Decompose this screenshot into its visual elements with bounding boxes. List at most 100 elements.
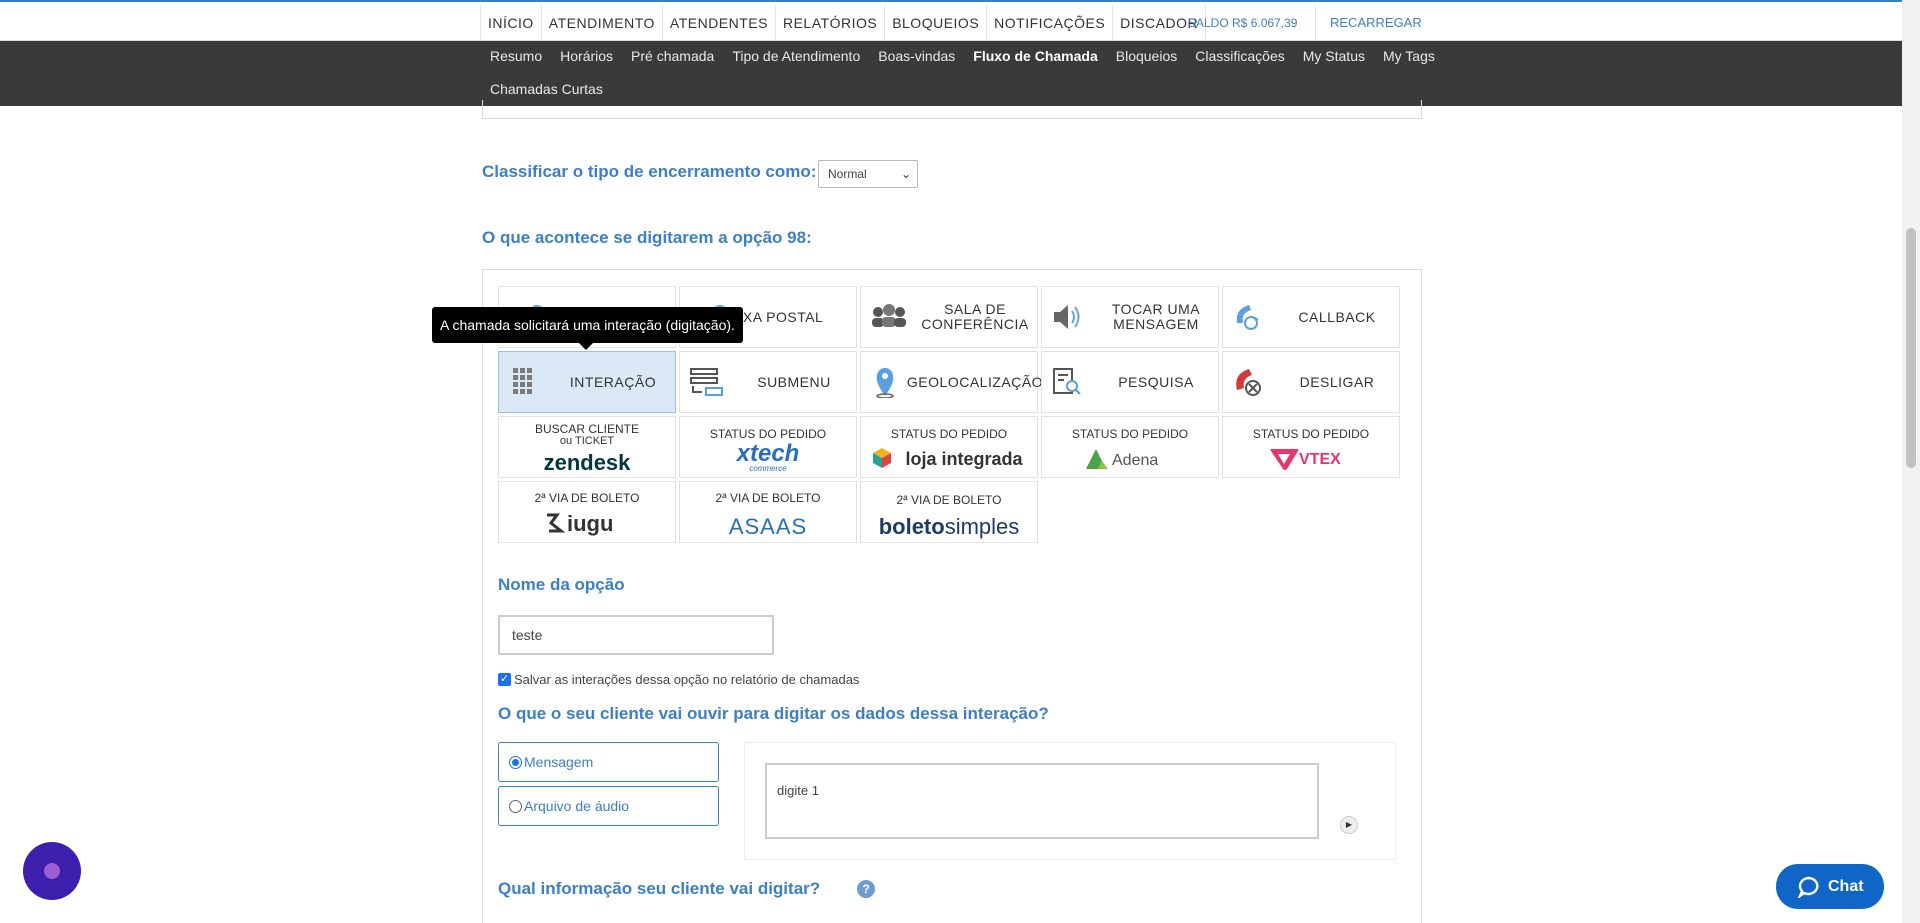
tile-tocar-label: TOCAR UMA MENSAGEM [1112, 302, 1200, 332]
tile-loja-label: STATUS DO PEDIDO [890, 427, 1008, 441]
tile-desligar[interactable]: DESLIGAR [1222, 351, 1400, 413]
hangup-icon [1236, 369, 1261, 396]
checkbox-checked-icon [498, 672, 511, 686]
top-bar: INÍCIO ATENDIMENTO ATENDENTES RELATÓRIOS… [0, 0, 1920, 42]
nav-atendimento[interactable]: ATENDIMENTO [542, 4, 663, 42]
digitar-heading: Qual informação seu cliente vai digitar? [498, 879, 821, 898]
chat-button-label: Chat [1828, 878, 1864, 895]
classify-select[interactable]: Normal ⌄ [818, 160, 918, 188]
subnav-resumo[interactable]: Resumo [481, 41, 551, 74]
subnav-fluxo-chamada[interactable]: Fluxo de Chamada [964, 41, 1106, 74]
tile-adena-label: STATUS DO PEDIDO [1071, 427, 1189, 441]
radio-mensagem-label: Mensagem [524, 754, 594, 770]
radio-arquivo-audio[interactable]: Arquivo de áudio [498, 786, 719, 826]
loja-integrada-logo: loja integrada [905, 449, 1023, 469]
tile-pesquisa-label: PESQUISA [1118, 373, 1194, 390]
subnav-my-status[interactable]: My Status [1294, 41, 1374, 74]
tile-interacao-label: INTERAÇÃO [569, 373, 657, 390]
tile-pesquisa[interactable]: PESQUISA [1041, 351, 1219, 413]
interacao-tooltip: A chamada solicitará uma interação (digi… [432, 307, 743, 350]
option-name-label: Nome da opção [498, 575, 625, 594]
iugu-icon [547, 513, 565, 533]
vtex-logo: VTEX [1299, 451, 1341, 468]
tile-vtex[interactable]: STATUS DO PEDIDO VTEX [1222, 416, 1400, 478]
tile-sala-conferencia[interactable]: SALA DE CONFERÊNCIA [860, 286, 1038, 348]
adena-logo: Adena [1112, 452, 1159, 469]
iugu-logo: iugu [567, 511, 614, 536]
tile-geo-label: GEOLOCALIZAÇÃO [906, 373, 1044, 390]
radio-audio-label: Arquivo de áudio [524, 798, 630, 814]
tile-zendesk-line2: ou TICKET [559, 435, 615, 447]
scrollbar-thumb[interactable] [1906, 228, 1916, 468]
option-name-input[interactable]: teste [498, 615, 774, 655]
tile-zendesk[interactable]: BUSCAR CLIENTE ou TICKET zendesk [498, 416, 676, 478]
callback-icon [1236, 305, 1259, 330]
vtex-icon [1270, 449, 1299, 470]
nav-bloqueios[interactable]: BLOQUEIOS [885, 4, 988, 42]
tile-iugu[interactable]: 2ª VIA DE BOLETO iugu [498, 481, 676, 543]
tile-vtex-label: STATUS DO PEDIDO [1252, 427, 1370, 441]
tile-interacao[interactable]: INTERAÇÃO [498, 351, 676, 413]
tile-asaas[interactable]: 2ª VIA DE BOLETO ASAAS [679, 481, 857, 543]
subnav-horarios[interactable]: Horários [551, 41, 622, 74]
help-icon[interactable]: ? [857, 880, 875, 898]
subnav-pre-chamada[interactable]: Pré chamada [622, 41, 723, 74]
ouvir-heading: O que o seu cliente vai ouvir para digit… [498, 704, 1049, 723]
bubble-dot-icon [44, 863, 60, 879]
tile-asaas-label: 2ª VIA DE BOLETO [715, 491, 821, 505]
subnav-tipo-atendimento[interactable]: Tipo de Atendimento [723, 41, 869, 74]
tile-adena[interactable]: STATUS DO PEDIDO Adena [1041, 416, 1219, 478]
tile-geolocalizacao[interactable]: GEOLOCALIZAÇÃO [860, 351, 1044, 413]
boletosimples-logo-light: simples [944, 514, 1020, 539]
radio-selected-icon [509, 755, 522, 769]
location-pin-icon [876, 368, 894, 398]
tile-sala-label: SALA DE CONFERÊNCIA [921, 302, 1028, 332]
nav-notificacoes[interactable]: NOTIFICAÇÕES [987, 4, 1114, 42]
subnav-bloqueios[interactable]: Bloqueios [1107, 41, 1187, 74]
recharge-link[interactable]: RECARREGAR [1330, 4, 1422, 42]
tile-submenu-label: SUBMENU [757, 373, 831, 390]
zendesk-logo: zendesk [543, 450, 631, 475]
previous-panel [482, 100, 1422, 119]
main-nav: INÍCIO ATENDIMENTO ATENDENTES RELATÓRIOS… [480, 4, 1207, 42]
play-icon[interactable]: ▶ [1340, 816, 1358, 834]
subnav-classificacoes[interactable]: Classificações [1186, 41, 1293, 74]
chat-button[interactable]: Chat [1776, 864, 1884, 909]
tile-sala-line1: SALA DE [944, 301, 1006, 317]
sub-nav: Resumo Horários Pré chamada Tipo de Aten… [0, 41, 1920, 106]
xtech-sub: commerce [749, 464, 787, 473]
tile-loja-integrada[interactable]: STATUS DO PEDIDO loja integrada [860, 416, 1038, 478]
tile-tocar-line2: MENSAGEM [1113, 316, 1199, 332]
loja-integrada-cube-icon [873, 448, 891, 468]
search-doc-icon [1053, 368, 1081, 395]
chat-bubble-icon [1798, 876, 1819, 898]
tile-tocar-line1: TOCAR UMA [1111, 301, 1201, 317]
asaas-logo: ASAAS [728, 514, 808, 539]
tile-submenu[interactable]: SUBMENU [679, 351, 857, 413]
tile-xtech-label: STATUS DO PEDIDO [709, 427, 827, 441]
subnav-boas-vindas[interactable]: Boas-vindas [869, 41, 964, 74]
message-textarea[interactable]: digite 1 [765, 763, 1319, 839]
classify-select-value: Normal [828, 167, 867, 181]
tile-tocar-mensagem[interactable]: TOCAR UMA MENSAGEM [1041, 286, 1219, 348]
radio-unselected-icon [509, 799, 522, 813]
tile-callback[interactable]: CALLBACK [1222, 286, 1400, 348]
subnav-my-tags[interactable]: My Tags [1374, 41, 1444, 74]
save-interactions-checkbox[interactable]: Salvar as interações dessa opção no rela… [498, 672, 859, 687]
chevron-down-icon: ⌄ [900, 167, 911, 181]
nav-atendentes[interactable]: ATENDENTES [663, 4, 776, 42]
tile-xtech[interactable]: STATUS DO PEDIDO xtech commerce [679, 416, 857, 478]
balance-label: SALDO R$ 6.067,39 [1140, 4, 1317, 42]
tile-boletosimples[interactable]: 2ª VIA DE BOLETO boletosimples [860, 481, 1038, 543]
radio-mensagem[interactable]: Mensagem [498, 742, 719, 782]
submenu-icon [690, 368, 723, 396]
assistant-bubble-button[interactable] [23, 842, 81, 900]
nav-relatorios[interactable]: RELATÓRIOS [776, 4, 886, 42]
adena-icon [1086, 449, 1108, 469]
keypad-icon [513, 368, 532, 394]
nav-inicio[interactable]: INÍCIO [480, 4, 542, 42]
tile-iugu-label: 2ª VIA DE BOLETO [534, 491, 640, 505]
speaker-icon [1054, 305, 1080, 329]
tile-boletosimples-label: 2ª VIA DE BOLETO [896, 493, 1002, 507]
page-scrollbar[interactable] [1902, 0, 1920, 923]
